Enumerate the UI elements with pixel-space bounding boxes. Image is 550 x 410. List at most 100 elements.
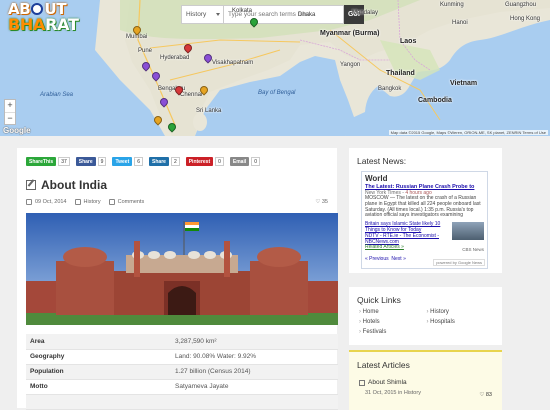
map-label: Dhaka [298, 12, 316, 18]
tag-icon [74, 199, 81, 205]
map-label: Hyderabad [160, 55, 190, 61]
sharethis-button[interactable]: ShareThis [26, 157, 57, 166]
fact-key: Geography [26, 349, 171, 365]
map-label: Visakhapatnam [212, 60, 254, 66]
fact-value: Satyameva Jayate [171, 379, 338, 395]
search-bar: History Go! [181, 5, 364, 24]
widget-title: Quick Links [357, 295, 401, 305]
page-title: About India [26, 178, 107, 192]
map-label: Laos [400, 38, 417, 45]
red-fort-image [26, 213, 338, 325]
share-count: 2 [170, 157, 180, 166]
map-label: Sri Lanka [196, 108, 222, 114]
fact-value: Land: 90.08% Water: 9.92% [171, 349, 338, 365]
facts-table: Area 3,287,590 km² Geography Land: 90.08% … [26, 334, 338, 410]
table-row: Geography Land: 90.08% Water: 9.92% [26, 349, 338, 365]
share-count: 6 [134, 157, 144, 166]
map-label: Hong Kong [510, 16, 541, 22]
article-meta: 09 Oct, 2014 History Comments ♡ 35 [26, 199, 334, 205]
table-row: Area 3,287,590 km² [26, 334, 338, 350]
edit-icon [26, 180, 36, 190]
powered-by-badge: powered by Google News [433, 259, 485, 266]
map-label: Kunming [440, 2, 464, 8]
map-label: Chennai [180, 92, 203, 98]
share-count: 0 [215, 157, 224, 166]
latest-article-title: About Shimla [368, 379, 407, 386]
category-link[interactable]: History [74, 199, 101, 205]
share-bar: ShareThis 37 Share 9 Tweet 6 Share 2 Pin… [26, 156, 266, 167]
news-thumbnail[interactable] [452, 222, 484, 241]
date-meta: 09 Oct, 2014 [26, 199, 67, 205]
logo-text-3: BHA [8, 15, 46, 34]
linkedin-share-button[interactable]: Share [149, 157, 169, 166]
latest-article-link[interactable]: About Shimla [359, 379, 407, 386]
widget-title: Latest Articles [357, 360, 410, 370]
chevron-down-icon [216, 13, 220, 16]
chakra-icon [31, 3, 44, 15]
email-button[interactable]: Email [229, 157, 250, 166]
zoom-in-button[interactable]: + [5, 100, 15, 112]
map-label: Pune [138, 48, 153, 54]
map-copyright[interactable]: Map data ©2015 Google, Maps ©Weren, ORIO… [388, 130, 548, 135]
map-label: Arabian Sea [40, 92, 74, 98]
logo-text-4: RAT [45, 15, 79, 34]
latest-article-likes[interactable]: ♡ 83 [479, 392, 492, 398]
news-snippet: MOSCOW — The latest on the crash of a Ru… [365, 195, 481, 219]
map-label: Mandalay [352, 10, 379, 16]
map-zoom-control: + − [4, 99, 16, 125]
latest-news-widget: Latest News: World The Latest: Russian P… [349, 148, 502, 273]
map-label: Cambodia [418, 97, 452, 104]
map-label: Guangzhou [505, 2, 537, 8]
fact-key: Motto [26, 379, 171, 395]
map-label: Myanmar (Burma) [320, 30, 380, 37]
fact-value: 1.27 billion (Census 2014) [171, 364, 338, 380]
facebook-share-button[interactable]: Share [75, 157, 96, 166]
comment-icon [108, 199, 115, 205]
like-count: 35 [321, 199, 328, 205]
quick-link-history[interactable]: History [427, 309, 495, 315]
next-link[interactable]: Next » [391, 256, 405, 262]
share-count: 0 [251, 157, 261, 166]
pinterest-button[interactable]: Pinterest [185, 157, 214, 166]
comments-link[interactable]: Comments [108, 199, 145, 205]
fact-key [26, 394, 171, 410]
latest-articles-widget: Latest Articles About Shimla 31 Oct, 201… [349, 350, 502, 410]
search-category-select[interactable]: History [181, 5, 224, 24]
latest-article-meta: 31 Oct, 2015 in History [365, 390, 421, 396]
site-logo[interactable]: AB UT BHARAT [8, 2, 79, 34]
zoom-out-button[interactable]: − [5, 112, 15, 124]
share-count: 37 [58, 157, 70, 166]
comments-label: Comments [117, 199, 145, 205]
calendar-icon [26, 199, 32, 205]
like-count: 83 [485, 392, 492, 398]
previous-link[interactable]: « Previous [365, 256, 389, 262]
google-news-box: World The Latest: Russian Plane Crash Pr… [361, 171, 488, 269]
news-section: World [365, 174, 388, 183]
table-row [26, 394, 338, 410]
fact-value: 3,287,590 km² [171, 334, 338, 350]
quick-link-home[interactable]: Home [359, 309, 427, 315]
quick-link-hotels[interactable]: Hotels [359, 319, 427, 325]
tweet-button[interactable]: Tweet [112, 157, 133, 166]
article-title: About India [41, 178, 107, 192]
like-button[interactable]: ♡ 35 [315, 199, 328, 205]
edit-icon [359, 379, 365, 386]
quick-link-hospitals[interactable]: Hospitals [427, 319, 495, 325]
article-card: ShareThis 37 Share 9 Tweet 6 Share 2 Pin… [17, 148, 338, 410]
quick-links-list: Home History Hotels Hospitals Festivals [359, 309, 494, 335]
related-articles-link[interactable]: Related Articles » [365, 244, 404, 250]
share-count: 9 [97, 157, 107, 166]
fact-key: Population [26, 364, 171, 380]
fact-key: Area [26, 334, 171, 350]
news-related: Britain says Islamic State likely 10 Thi… [365, 221, 450, 251]
map-label: Bangkok [378, 86, 402, 92]
fact-value [171, 394, 338, 410]
map-label: Hanoi [452, 20, 468, 26]
map-label: Vietnam [450, 80, 478, 87]
map-label: Yangon [340, 62, 361, 68]
news-story-link[interactable]: Britain says Islamic State likely 10 Thi… [365, 221, 440, 233]
quick-link-festivals[interactable]: Festivals [359, 329, 427, 335]
map-label: Bay of Bengal [258, 90, 296, 96]
table-row: Population 1.27 billion (Census 2014) [26, 364, 338, 380]
location-map[interactable]: ABUT BHARAT History Go! Mumbai Pune Hyde… [0, 0, 550, 136]
